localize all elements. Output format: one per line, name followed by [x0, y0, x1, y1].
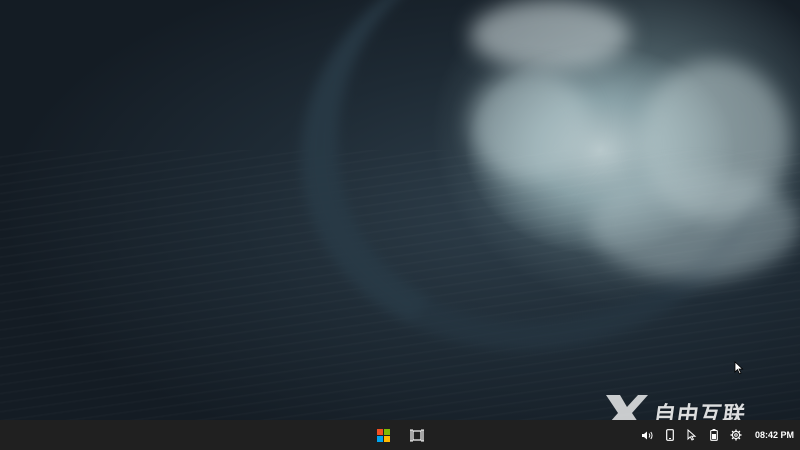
settings-gear-icon: [730, 429, 742, 441]
battery-icon: [710, 429, 718, 441]
start-menu-icon: [376, 428, 390, 442]
settings-button[interactable]: [727, 424, 745, 446]
desktop-wallpaper: 自由互联: [0, 0, 800, 420]
taskbar-center: [370, 420, 430, 450]
pointer-icon: [687, 429, 697, 441]
task-view-button[interactable]: [404, 422, 430, 448]
watermark: 自由互联: [600, 390, 748, 420]
wave-foam: [590, 170, 800, 280]
volume-button[interactable]: [639, 424, 657, 446]
taskbar-clock[interactable]: 08:42 PM: [755, 430, 794, 440]
battery-button[interactable]: [705, 424, 723, 446]
watermark-text: 自由互联: [651, 403, 748, 420]
phone-button[interactable]: [661, 424, 679, 446]
taskbar: 08:42 PM: [0, 420, 800, 450]
mouse-cursor-icon: [734, 361, 744, 375]
start-button[interactable]: [370, 422, 396, 448]
wave-foam: [470, 0, 630, 70]
x-logo-icon: [606, 395, 648, 420]
system-tray: 08:42 PM: [639, 420, 794, 450]
volume-icon: [642, 431, 654, 439]
film-strip-icon: [410, 429, 424, 441]
wave-foam: [470, 70, 590, 180]
phone-icon: [666, 429, 674, 441]
pointer-button[interactable]: [683, 424, 701, 446]
